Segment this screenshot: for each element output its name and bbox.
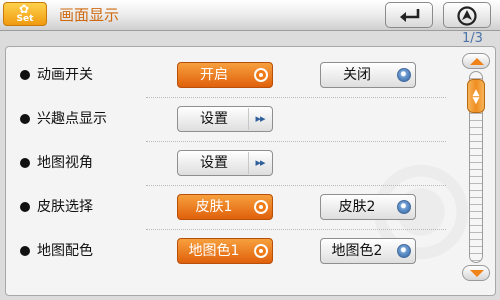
- row-poi-display: 兴趣点显示 设置 ▸▸: [6, 98, 446, 142]
- triangle-down-icon: [470, 270, 484, 277]
- back-button[interactable]: [385, 2, 433, 28]
- bullet-icon: [20, 70, 30, 80]
- radio-selected-icon: [254, 68, 268, 82]
- animation-off-button[interactable]: 关闭: [320, 62, 416, 88]
- bullet-icon: [20, 114, 30, 124]
- radio-selected-icon: [254, 200, 268, 214]
- option-label: 皮肤2: [338, 199, 376, 215]
- row-label: 动画开关: [37, 67, 93, 83]
- option-label: 关闭: [343, 67, 371, 83]
- map-color1-button[interactable]: 地图色1: [177, 238, 273, 264]
- animation-on-button[interactable]: 开启: [177, 62, 273, 88]
- bullet-icon: [20, 246, 30, 256]
- scroll-thumb[interactable]: ▲ ▼: [467, 78, 485, 113]
- row-skin-select: 皮肤选择 皮肤1 皮肤2: [6, 186, 446, 230]
- row-map-color: 地图配色 地图色1 地图色2: [6, 230, 446, 274]
- button-label: 设置: [200, 111, 228, 127]
- double-chevron-right-icon: ▸▸: [248, 152, 271, 174]
- radio-unselected-icon: [397, 68, 411, 82]
- map-view-settings-button[interactable]: 设置 ▸▸: [177, 150, 273, 176]
- navigation-home-icon: [457, 6, 477, 26]
- bullet-icon: [20, 202, 30, 212]
- map-color2-button[interactable]: 地图色2: [320, 238, 416, 264]
- radio-selected-icon: [254, 244, 268, 258]
- settings-badge: ✿ Set: [3, 2, 47, 26]
- header-bar: ✿ Set 画面显示: [0, 0, 500, 31]
- double-chevron-right-icon: ▸▸: [248, 108, 271, 130]
- row-label: 地图配色: [37, 243, 93, 259]
- skin1-button[interactable]: 皮肤1: [177, 194, 273, 220]
- row-label: 皮肤选择: [37, 199, 93, 215]
- button-label: 设置: [200, 155, 228, 171]
- home-button[interactable]: [443, 2, 491, 28]
- poi-settings-button[interactable]: 设置 ▸▸: [177, 106, 273, 132]
- radio-unselected-icon: [397, 244, 411, 258]
- radio-unselected-icon: [397, 200, 411, 214]
- row-map-view-angle: 地图视角 设置 ▸▸: [6, 142, 446, 186]
- skin2-button[interactable]: 皮肤2: [320, 194, 416, 220]
- row-label: 兴趣点显示: [37, 111, 107, 127]
- updown-grip-icon: ▲ ▼: [472, 87, 480, 106]
- option-label: 开启: [200, 67, 228, 83]
- option-label: 地图色2: [331, 243, 383, 259]
- settings-badge-label: Set: [16, 14, 34, 24]
- scroll-up-button[interactable]: [462, 53, 490, 69]
- page-title: 画面显示: [59, 6, 120, 24]
- settings-screen: ✿ Set 画面显示 1/3 动画开关 开启 关闭 兴趣点显示 设置 ▸▸ 地图…: [0, 0, 500, 300]
- bullet-icon: [20, 158, 30, 168]
- row-animation-toggle: 动画开关 开启 关闭: [6, 54, 446, 98]
- scroll-down-button[interactable]: [462, 265, 490, 281]
- option-label: 地图色1: [188, 243, 240, 259]
- row-label: 地图视角: [37, 155, 93, 171]
- page-indicator: 1/3: [462, 31, 483, 46]
- settings-panel: 动画开关 开启 关闭 兴趣点显示 设置 ▸▸ 地图视角 设置 ▸▸ 皮肤选择 皮…: [5, 46, 496, 296]
- triangle-up-icon: [470, 58, 484, 65]
- return-arrow-icon: [400, 9, 420, 22]
- option-label: 皮肤1: [195, 199, 233, 215]
- vertical-scrollbar[interactable]: ▲ ▼: [462, 53, 490, 283]
